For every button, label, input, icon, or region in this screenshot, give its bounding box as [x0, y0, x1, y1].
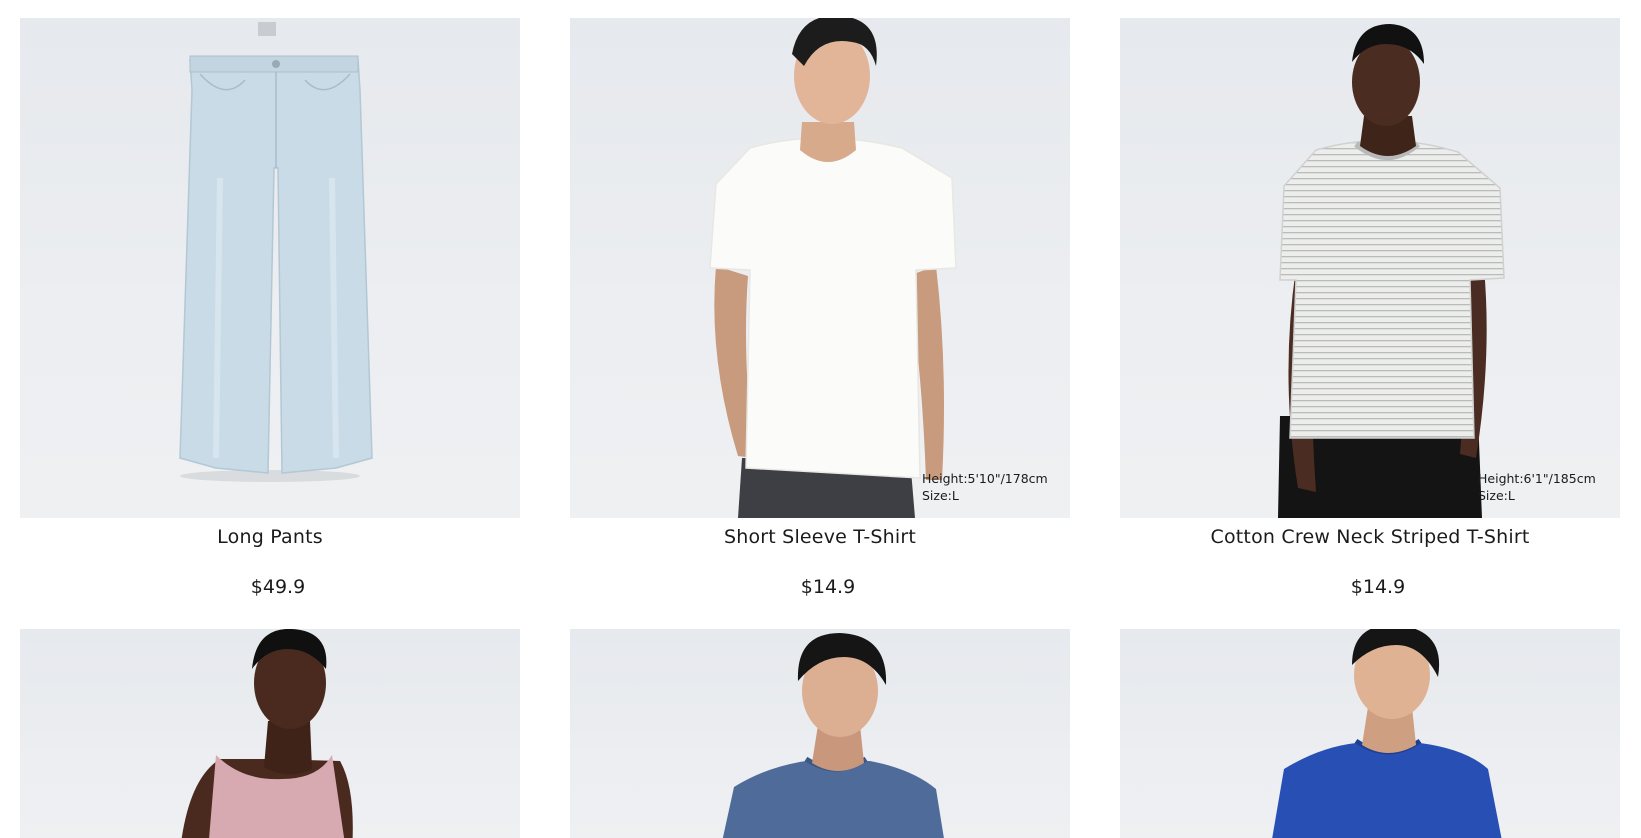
- product-name[interactable]: Cotton Crew Neck Striped T-Shirt: [1120, 523, 1620, 551]
- model-royal-blue-tshirt-image: [1272, 629, 1502, 838]
- light-denim-jeans-image: [179, 22, 373, 482]
- model-pink-tank-image: [181, 629, 353, 838]
- model-striped-tshirt-image: [1278, 24, 1505, 518]
- product-grid: Long Pants $49.9 Height:5'10"/178cm Size…: [20, 18, 1620, 838]
- product-price: $49.9: [250, 576, 306, 598]
- model-height: Height:6'1"/185cm: [1478, 471, 1596, 486]
- product-image[interactable]: [20, 18, 520, 518]
- product-card[interactable]: [20, 629, 520, 838]
- product-price: $14.9: [800, 576, 856, 598]
- product-card[interactable]: [570, 629, 1070, 838]
- model-slate-blue-tshirt-image: [722, 633, 944, 838]
- model-height: Height:5'10"/178cm: [922, 471, 1048, 486]
- model-size: Size:L: [1478, 488, 1515, 503]
- product-image[interactable]: Height:5'10"/178cm Size:L: [570, 18, 1070, 518]
- product-card[interactable]: Height:5'10"/178cm Size:L Short Sleeve T…: [570, 18, 1070, 629]
- product-image[interactable]: Height:6'1"/185cm Size:L: [1120, 18, 1620, 518]
- product-image[interactable]: [570, 629, 1070, 838]
- product-name[interactable]: Long Pants: [20, 523, 520, 551]
- model-white-tshirt-image: [709, 18, 957, 518]
- model-info: Height:6'1"/185cm Size:L: [1478, 470, 1596, 504]
- product-price: $14.9: [1350, 576, 1406, 598]
- model-size: Size:L: [922, 488, 959, 503]
- product-card[interactable]: Height:6'1"/185cm Size:L Cotton Crew Nec…: [1120, 18, 1620, 629]
- model-info: Height:5'10"/178cm Size:L: [922, 470, 1048, 504]
- product-card[interactable]: Long Pants $49.9: [20, 18, 520, 629]
- product-image[interactable]: [20, 629, 520, 838]
- product-card[interactable]: [1120, 629, 1620, 838]
- product-listing-page: Long Pants $49.9 Height:5'10"/178cm Size…: [0, 0, 1641, 838]
- product-name[interactable]: Short Sleeve T-Shirt: [570, 523, 1070, 551]
- product-image[interactable]: [1120, 629, 1620, 838]
